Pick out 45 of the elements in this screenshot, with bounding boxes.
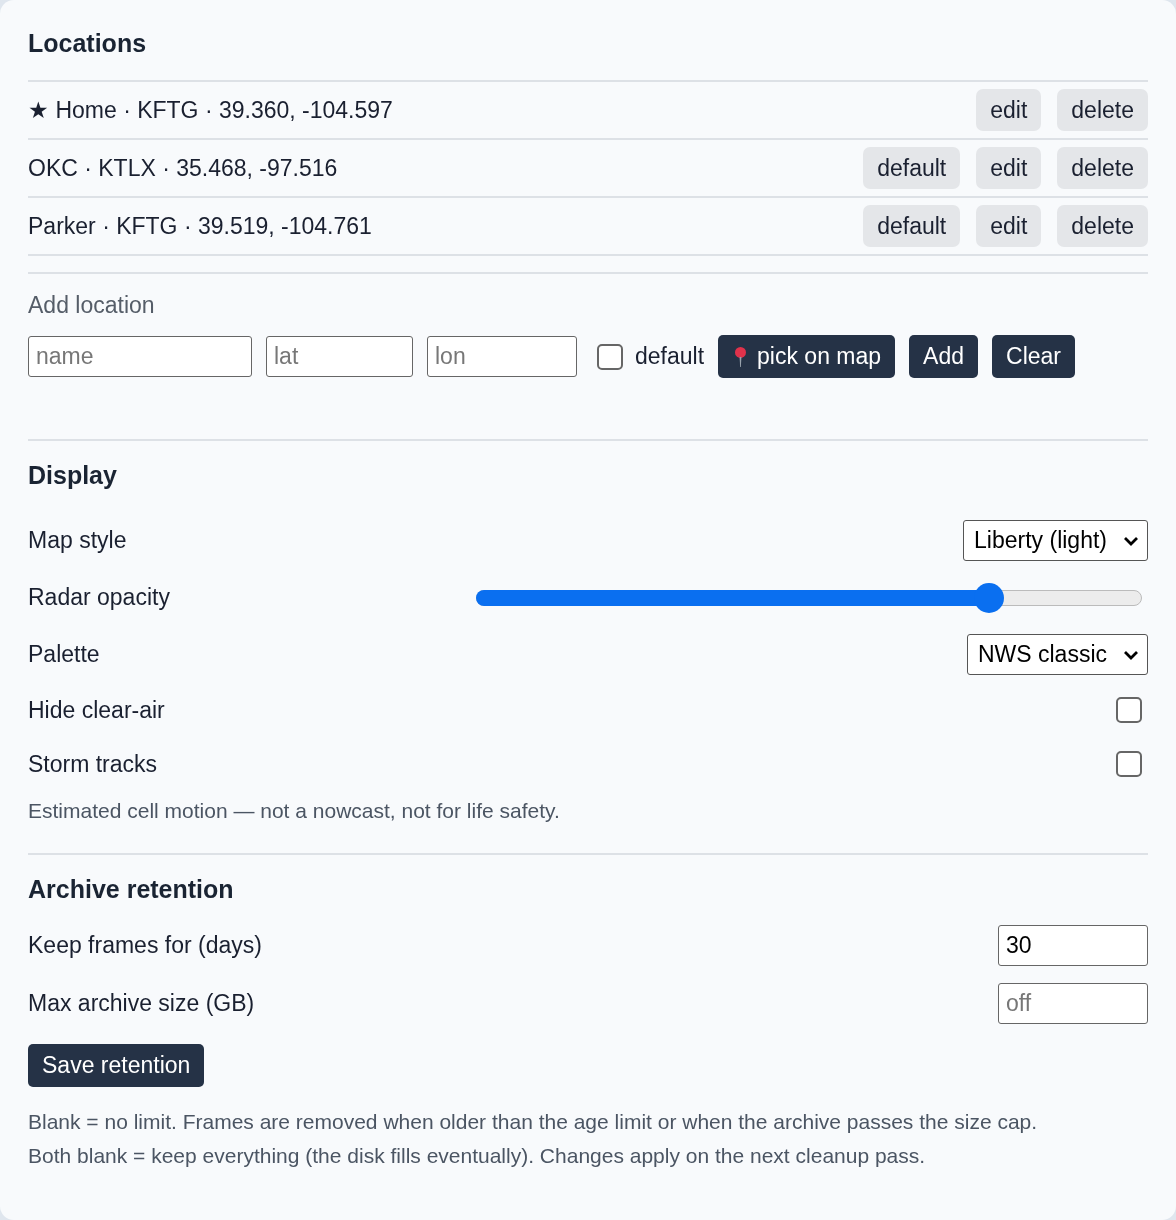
input-field[interactable]: off xyxy=(998,982,1148,1024)
input-field[interactable]: lat xyxy=(266,336,413,377)
section-title: Display xyxy=(28,461,117,490)
location-text: Parker · KFTG · 39.519, -104.761 xyxy=(28,212,372,240)
location-action-button[interactable]: edit xyxy=(976,205,1042,247)
location-action-button[interactable]: default xyxy=(863,147,961,189)
save-retention-button[interactable]: Save retention xyxy=(28,1044,205,1087)
opacity-slider[interactable] xyxy=(476,581,1142,614)
default-checkbox[interactable] xyxy=(597,343,623,370)
input-field[interactable]: 30 xyxy=(998,924,1148,966)
dropdown[interactable]: NWS classic xyxy=(966,634,1148,675)
location-action-button[interactable]: delete xyxy=(1057,147,1148,189)
input-field[interactable]: lon xyxy=(427,336,577,377)
location-action-button[interactable]: edit xyxy=(976,147,1042,189)
add-button[interactable]: Add xyxy=(909,335,978,378)
checkbox[interactable] xyxy=(1116,751,1142,777)
location-action-button[interactable]: delete xyxy=(1057,205,1148,247)
pin-icon xyxy=(734,345,748,368)
setting-label: Radar opacity xyxy=(28,584,170,611)
section-title: Locations xyxy=(28,29,147,58)
setting-label: Map style xyxy=(28,527,127,554)
pick-on-map-button[interactable]: pick on map xyxy=(718,335,896,378)
checkbox[interactable] xyxy=(1116,697,1142,723)
add-location-label: Add location xyxy=(28,292,155,319)
input-field[interactable]: name xyxy=(28,336,252,377)
dropdown[interactable]: Liberty (light) xyxy=(963,520,1148,561)
chevron-icon xyxy=(1123,649,1139,660)
location-action-button[interactable]: delete xyxy=(1057,89,1148,131)
help-text: Both blank = keep everything (the disk fills eventually). Changes apply on the next cleanup pass. xyxy=(28,1143,927,1169)
location-text: ★ Home · KFTG · 39.360, -104.597 xyxy=(28,96,393,124)
location-action-button[interactable]: edit xyxy=(976,89,1042,131)
setting-label: Storm tracks xyxy=(28,750,158,778)
disclaimer-text: Estimated cell motion — not a nowcast, not for life safety. xyxy=(28,799,561,823)
location-action-button[interactable]: default xyxy=(863,205,961,247)
setting-label: Max archive size (GB) xyxy=(28,989,255,1017)
slider-thumb[interactable] xyxy=(973,582,1004,613)
help-text: Blank = no limit. Frames are removed when older than the age limit or when the archive passes the size cap. xyxy=(28,1109,1039,1135)
setting-label: Palette xyxy=(28,641,100,668)
location-text: OKC · KTLX · 35.468, -97.516 xyxy=(28,154,338,182)
setting-label: Hide clear-air xyxy=(28,696,165,724)
clear-button[interactable]: Clear xyxy=(992,335,1075,378)
setting-label: Keep frames for (days) xyxy=(28,931,262,959)
checkbox-label: default xyxy=(635,343,705,370)
section-title: Archive retention xyxy=(28,875,234,904)
chevron-icon xyxy=(1123,535,1139,546)
